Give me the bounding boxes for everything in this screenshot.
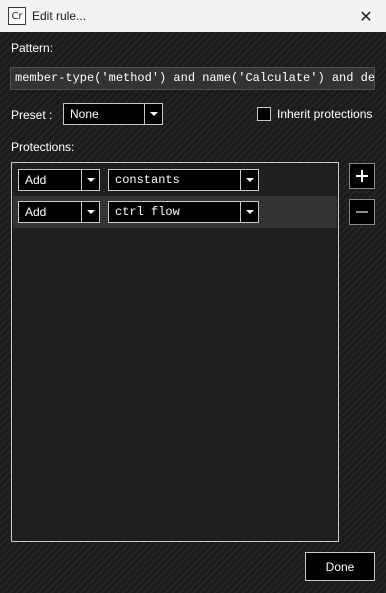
chevron-down-icon xyxy=(81,170,99,190)
protection-select[interactable]: constants xyxy=(108,169,259,191)
done-button[interactable]: Done xyxy=(305,552,375,581)
inherit-protections-label: Inherit protections xyxy=(277,107,373,121)
protection-row[interactable]: Add constants xyxy=(13,164,337,196)
protection-select[interactable]: ctrl flow xyxy=(108,201,259,223)
action-select[interactable]: Add xyxy=(18,169,100,191)
inherit-protections-checkbox[interactable] xyxy=(257,107,271,121)
preset-select[interactable]: None xyxy=(63,103,163,125)
close-icon: ✕ xyxy=(359,6,373,26)
window-title: Edit rule... xyxy=(32,9,87,23)
pattern-input[interactable]: member-type('method') and name('Calculat… xyxy=(10,67,375,90)
protections-list: Add constants Add ctrl flow xyxy=(11,162,339,542)
protection-value: constants xyxy=(115,173,180,187)
protection-value: ctrl flow xyxy=(115,205,180,219)
action-value: Add xyxy=(25,173,47,187)
protection-row[interactable]: Add ctrl flow xyxy=(13,196,337,228)
title-bar: Cr Edit rule... ✕ xyxy=(0,0,386,32)
chevron-down-icon xyxy=(144,104,162,124)
chevron-down-icon xyxy=(240,170,258,190)
action-select[interactable]: Add xyxy=(18,201,100,223)
close-button[interactable]: ✕ xyxy=(346,0,386,32)
preset-value: None xyxy=(70,107,99,121)
add-protection-button[interactable] xyxy=(349,163,375,189)
chevron-down-icon xyxy=(240,202,258,222)
chevron-down-icon xyxy=(81,202,99,222)
pattern-label: Pattern: xyxy=(11,41,54,55)
remove-protection-button[interactable] xyxy=(349,199,375,225)
app-icon: Cr xyxy=(8,7,26,25)
action-value: Add xyxy=(25,205,47,219)
protections-label: Protections: xyxy=(11,140,75,154)
preset-label: Preset : xyxy=(11,108,53,122)
